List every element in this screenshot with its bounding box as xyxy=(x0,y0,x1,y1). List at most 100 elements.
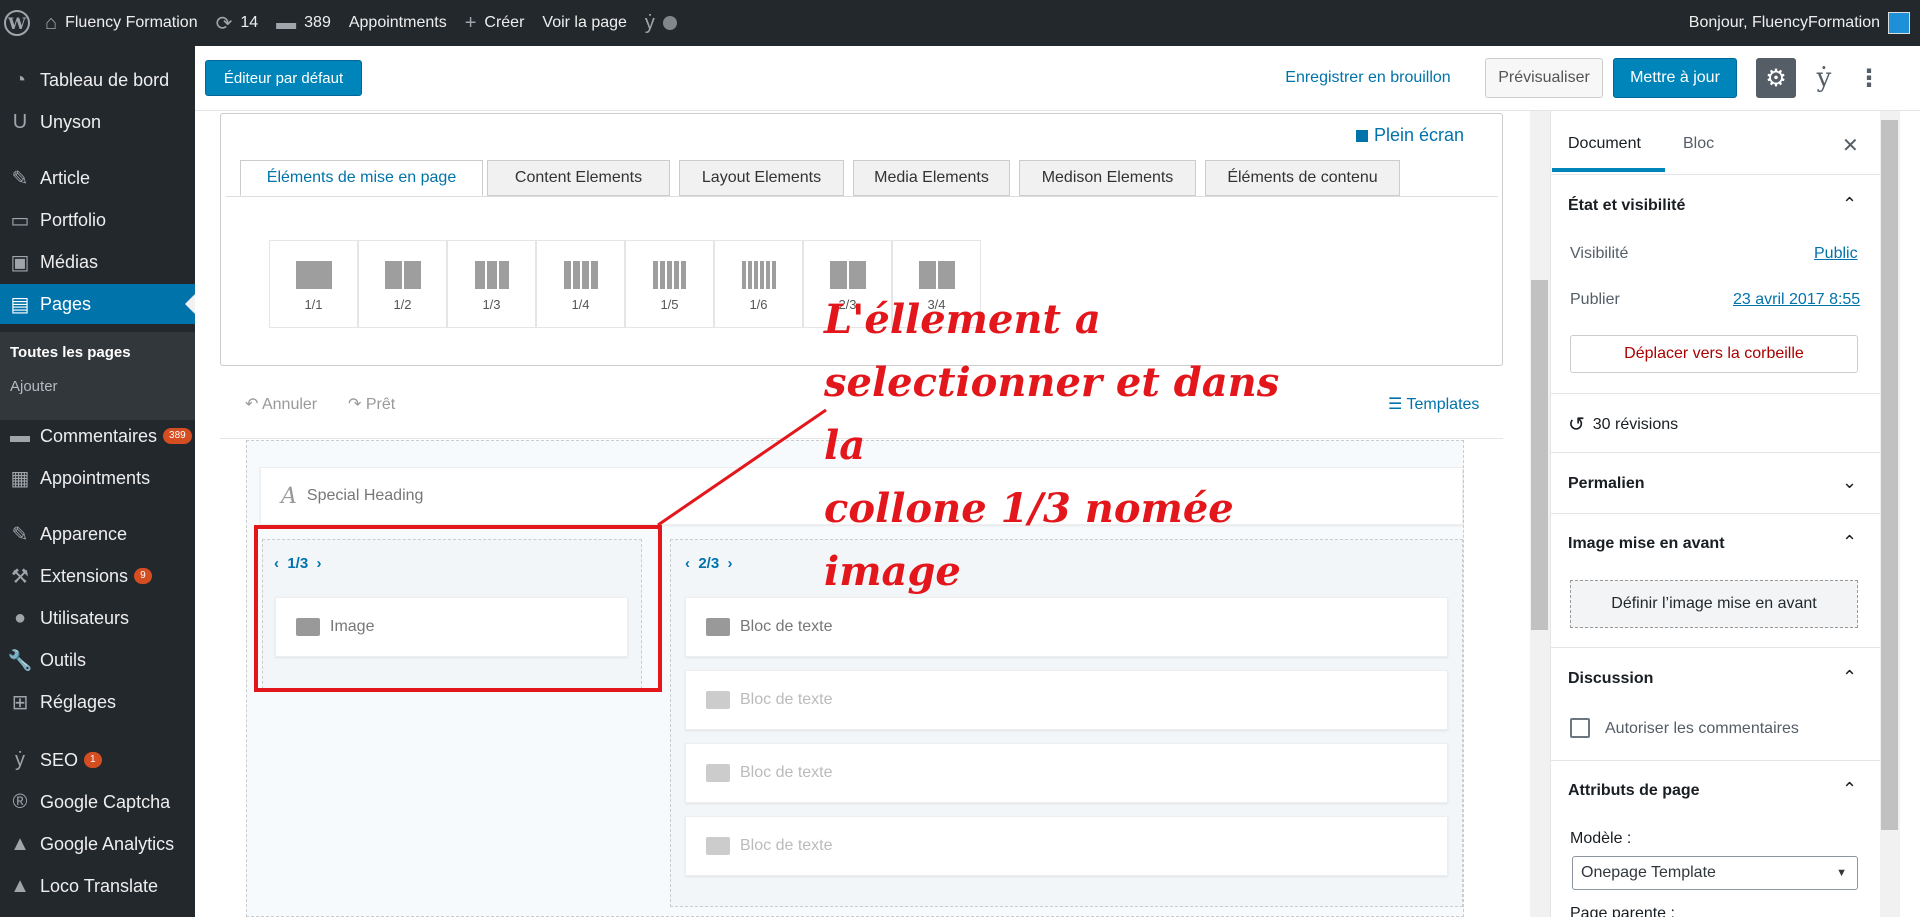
sidebar-item-portfolio[interactable]: ▭ Portfolio xyxy=(0,200,195,240)
allow-comments-checkbox[interactable] xyxy=(1570,718,1590,738)
layout-option[interactable]: 1/5 xyxy=(625,240,714,328)
sidebar-item-apparence[interactable]: ✎ Apparence xyxy=(0,514,195,554)
move-to-trash-button[interactable]: Déplacer vers la corbeille xyxy=(1570,335,1858,373)
column-layout-icon xyxy=(804,261,891,289)
calendar-icon: ▦ xyxy=(10,467,30,490)
canvas-scroll-thumb[interactable] xyxy=(1531,280,1548,630)
visibility-value-link[interactable]: Public xyxy=(1814,245,1858,263)
preview-button[interactable]: Prévisualiser xyxy=(1485,58,1603,98)
tab-block[interactable]: Bloc xyxy=(1683,135,1714,153)
settings-gear-icon[interactable]: ⚙ xyxy=(1756,58,1796,98)
submenu-all-pages[interactable]: Toutes les pages xyxy=(10,344,131,361)
fullscreen-toggle[interactable]: Plein écran xyxy=(1356,125,1464,146)
sidebar-item-commentaires[interactable]: ▬ Commentaires 389 xyxy=(0,416,195,456)
layout-option[interactable]: 1/1 xyxy=(269,240,358,328)
sidebar-item-seo[interactable]: ẏ SEO 1 xyxy=(0,740,195,780)
sidebar-item-outils[interactable]: 🔧 Outils xyxy=(0,640,195,680)
permalink-title[interactable]: Permalien xyxy=(1568,475,1644,493)
redo-label: Prêt xyxy=(365,396,396,413)
greeting-label[interactable]: Bonjour, FluencyFormation xyxy=(1689,14,1880,32)
close-panel-icon[interactable]: ✕ xyxy=(1842,133,1859,158)
sidebar-item-extensions[interactable]: ⚒ Extensions 9 xyxy=(0,556,195,596)
sidebar-item-label: Médias xyxy=(40,251,99,272)
template-select[interactable]: Onepage Template ▼ xyxy=(1572,856,1858,890)
featured-image-title[interactable]: Image mise en avant xyxy=(1568,535,1725,553)
text-block-element[interactable]: Bloc de texte xyxy=(685,597,1448,657)
pages-icon: ▤ xyxy=(10,293,30,316)
text-block-element[interactable]: Bloc de texte xyxy=(685,816,1448,876)
set-featured-image-button[interactable]: Définir l’image mise en avant xyxy=(1570,580,1858,628)
collapse-chevron-icon[interactable]: ⌃ xyxy=(1842,194,1857,215)
text-block-icon xyxy=(706,691,730,709)
publish-date-link[interactable]: 23 avril 2017 8:55 xyxy=(1733,291,1860,309)
plus-icon: + xyxy=(464,11,477,34)
collapse-chevron-icon[interactable]: ⌃ xyxy=(1842,667,1857,688)
page-attributes-title[interactable]: Attributs de page xyxy=(1568,782,1700,800)
sidebar-item-pages[interactable]: ▤ Pages xyxy=(0,284,195,324)
site-name-link[interactable]: ⌂ Fluency Formation xyxy=(36,0,207,46)
save-draft-button[interactable]: Enregistrer en brouillon xyxy=(1278,60,1458,96)
status-visibility-title[interactable]: État et visibilité xyxy=(1568,197,1685,215)
tab-document[interactable]: Document xyxy=(1568,135,1641,153)
sidebar-item-médias[interactable]: ▣ Médias xyxy=(0,242,195,282)
column-two-thirds-header[interactable]: ‹ 2/3 › xyxy=(685,555,733,572)
builder-tab[interactable]: Éléments de mise en page xyxy=(240,160,483,196)
sidebar-item-réglages[interactable]: ⊞ Réglages xyxy=(0,682,195,722)
updates-link[interactable]: ⟳ 14 xyxy=(207,0,268,46)
panel-scroll-thumb[interactable] xyxy=(1881,120,1898,830)
sidebar-item-loco-translate[interactable]: ▲ Loco Translate xyxy=(0,866,195,906)
expand-chevron-icon[interactable]: ⌄ xyxy=(1842,472,1857,493)
update-button[interactable]: Mettre à jour xyxy=(1613,58,1737,98)
submenu-add-new[interactable]: Ajouter xyxy=(10,378,58,395)
fullscreen-icon xyxy=(1356,129,1368,142)
layout-option[interactable]: 1/4 xyxy=(536,240,625,328)
text-block-element[interactable]: Bloc de texte xyxy=(685,743,1448,803)
undo-button[interactable]: ↶ Annuler xyxy=(245,394,317,414)
create-link[interactable]: + Créer xyxy=(456,0,534,46)
yoast-menu[interactable]: ẏ xyxy=(636,0,686,46)
count-badge: 9 xyxy=(134,568,152,584)
sidebar-item-google-analytics[interactable]: ▲ Google Analytics xyxy=(0,824,195,864)
templates-button[interactable]: ☰ Templates xyxy=(1388,394,1479,414)
collapse-chevron-icon[interactable]: ⌃ xyxy=(1842,532,1857,553)
sidebar-item-unyson[interactable]: U Unyson xyxy=(0,102,195,142)
default-editor-button[interactable]: Éditeur par défaut xyxy=(205,60,362,96)
avatar[interactable] xyxy=(1888,12,1910,34)
builder-tab[interactable]: Content Elements xyxy=(487,160,670,196)
revisions-link[interactable]: ↺ 30 révisions xyxy=(1568,412,1678,437)
sidebar-item-label: Utilisateurs xyxy=(40,607,130,628)
layout-option-label: 1/3 xyxy=(482,297,501,312)
sidebar-item-appointments[interactable]: ▦ Appointments xyxy=(0,458,195,498)
redo-button[interactable]: ↷ Prêt xyxy=(348,394,395,414)
wordpress-logo-icon[interactable]: W xyxy=(4,10,30,36)
text-block-icon xyxy=(706,618,730,636)
builder-tab[interactable]: Layout Elements xyxy=(679,160,844,196)
translate-icon: ▲ xyxy=(10,874,30,897)
discussion-title[interactable]: Discussion xyxy=(1568,670,1653,688)
sidebar-item-utilisateurs[interactable]: ● Utilisateurs xyxy=(0,598,195,638)
builder-tab[interactable]: Media Elements xyxy=(853,160,1010,196)
builder-tab[interactable]: Éléments de contenu xyxy=(1205,160,1400,196)
allow-comments-label: Autoriser les commentaires xyxy=(1605,720,1799,737)
comments-link[interactable]: ▬ 389 xyxy=(267,0,340,46)
view-page-link[interactable]: Voir la page xyxy=(533,0,636,46)
panel-divider xyxy=(1550,513,1880,514)
column-layout-icon xyxy=(359,261,446,289)
text-block-icon xyxy=(706,764,730,782)
more-options-icon[interactable]: ⋮ xyxy=(1856,58,1882,98)
sidebar-item-tableau-de-bord[interactable]: ◔ Tableau de bord xyxy=(0,60,195,100)
templates-label: Templates xyxy=(1406,396,1480,413)
fullscreen-label: Plein écran xyxy=(1374,125,1465,145)
sidebar-item-article[interactable]: ✎ Article xyxy=(0,158,195,198)
undo-icon: ↶ xyxy=(245,396,262,413)
layout-option[interactable]: 1/3 xyxy=(447,240,536,328)
yoast-sidebar-icon[interactable]: ẏ xyxy=(1806,58,1842,98)
layout-option[interactable]: 1/2 xyxy=(358,240,447,328)
sidebar-item-google-captcha[interactable]: ® Google Captcha xyxy=(0,782,195,822)
template-select-value: Onepage Template xyxy=(1581,864,1716,881)
builder-tab[interactable]: Medison Elements xyxy=(1019,160,1196,196)
layout-option[interactable]: 1/6 xyxy=(714,240,803,328)
appointments-link[interactable]: Appointments xyxy=(340,0,456,46)
text-block-element[interactable]: Bloc de texte xyxy=(685,670,1448,730)
collapse-chevron-icon[interactable]: ⌃ xyxy=(1842,779,1857,800)
